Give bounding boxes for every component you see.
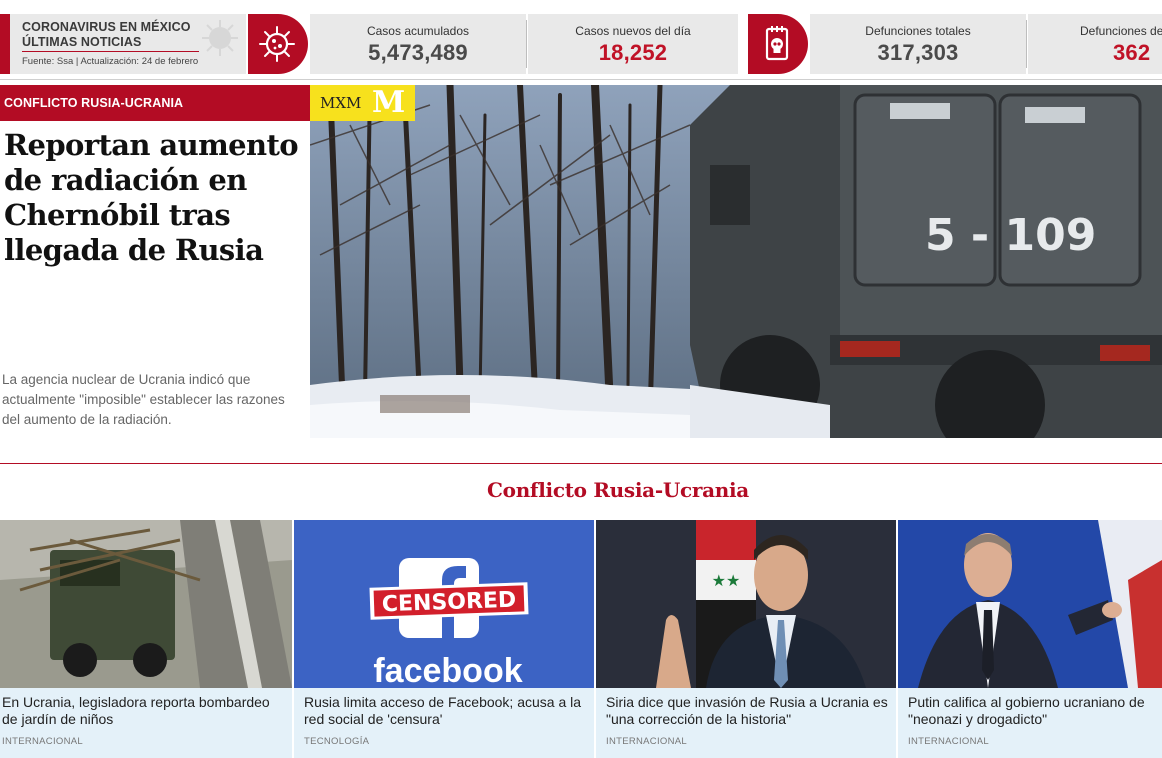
covid-ticker: CORONAVIRUS EN MÉXICO ÚLTIMAS NOTICIAS F…	[0, 0, 1162, 80]
stat-casos-acumulados: Casos acumulados 5,473,489	[310, 14, 526, 74]
card-image-military-truck[interactable]	[0, 520, 292, 688]
card-section[interactable]: INTERNACIONAL	[908, 736, 989, 747]
covid-news-box[interactable]: CORONAVIRUS EN MÉXICO ÚLTIMAS NOTICIAS F…	[0, 14, 246, 74]
hero-headline[interactable]: Reportan aumento de radiación en Chernób…	[4, 128, 304, 268]
stat-value: 317,303	[877, 40, 959, 65]
mxm-logo-mark: M	[372, 85, 406, 120]
syrian-president-illustration: ★★	[596, 520, 896, 688]
stat-defunciones-dia: Defunciones de 362	[1028, 14, 1162, 74]
card-image-facebook-censored[interactable]: CENSORED facebook	[294, 520, 594, 688]
mxm-logo-badge[interactable]: MXM M	[310, 85, 415, 121]
stat-defunciones-totales: Defunciones totales 317,303	[810, 14, 1026, 74]
news-card[interactable]: En Ucrania, legisladora reporta bombarde…	[0, 520, 292, 758]
hero-category-tag[interactable]: CONFLICTO RUSIA-UCRANIA	[0, 85, 310, 121]
facebook-wordmark: facebook	[373, 652, 522, 688]
censored-text: CENSORED	[381, 588, 516, 618]
card-title[interactable]: En Ucrania, legisladora reporta bombarde…	[2, 694, 288, 728]
stat-label: Defunciones totales	[865, 24, 971, 38]
military-truck-illustration	[0, 520, 292, 688]
news-card[interactable]: CENSORED facebook Rusia limita acceso de…	[294, 520, 594, 758]
putin-illustration	[898, 520, 1162, 688]
stat-value: 18,252	[598, 40, 668, 65]
stat-label: Casos nuevos del día	[575, 24, 691, 38]
virus-background-icon	[202, 20, 238, 56]
card-image-syrian-president[interactable]: ★★	[596, 520, 896, 688]
stat-label: Casos acumulados	[366, 24, 470, 38]
vehicle-number: 5 - 109	[925, 210, 1096, 261]
skull-document-icon	[765, 26, 789, 61]
covid-source: Fuente: Ssa | Actualización: 24 de febre…	[22, 56, 199, 67]
death-certificate-icon-badge	[748, 14, 808, 74]
armored-vehicle-illustration: 5 - 109	[310, 85, 1162, 438]
mxm-logo-text: MXM	[320, 94, 362, 112]
card-title[interactable]: Putin califica al gobierno ucraniano de …	[908, 694, 1158, 728]
card-image-putin[interactable]	[898, 520, 1162, 688]
card-title[interactable]: Siria dice que invasión de Rusia a Ucran…	[606, 694, 892, 728]
card-section[interactable]: TECNOLOGÍA	[304, 736, 369, 747]
card-section[interactable]: INTERNACIONAL	[2, 736, 83, 747]
svg-text:★★: ★★	[712, 573, 741, 590]
news-card[interactable]: ★★ Siria dice que invasión de Rusia a Uc…	[596, 520, 896, 758]
virus-icon-badge	[248, 14, 308, 74]
stat-separator	[526, 20, 527, 68]
virus-icon	[259, 26, 295, 62]
stat-label: Defunciones de	[1080, 24, 1162, 38]
card-section[interactable]: INTERNACIONAL	[606, 736, 687, 747]
facebook-censored-illustration: CENSORED facebook	[294, 520, 594, 688]
stat-casos-nuevos: Casos nuevos del día 18,252	[528, 14, 738, 74]
stat-value: 5,473,489	[368, 40, 468, 65]
stat-value: 362	[1113, 40, 1151, 65]
hero-image-armored-vehicle[interactable]: 5 - 109	[310, 85, 1162, 438]
news-card[interactable]: Putin califica al gobierno ucraniano de …	[898, 520, 1162, 758]
section-title[interactable]: Conflicto Rusia-Ucrania	[0, 478, 1162, 502]
section-divider	[0, 463, 1162, 464]
stat-separator	[1026, 20, 1027, 68]
covid-heading: CORONAVIRUS EN MÉXICO ÚLTIMAS NOTICIAS	[22, 20, 191, 49]
card-title[interactable]: Rusia limita acceso de Facebook; acusa a…	[304, 694, 590, 728]
hero-summary: La agencia nuclear de Ucrania indicó que…	[2, 372, 285, 427]
covid-heading-rule	[22, 51, 199, 52]
